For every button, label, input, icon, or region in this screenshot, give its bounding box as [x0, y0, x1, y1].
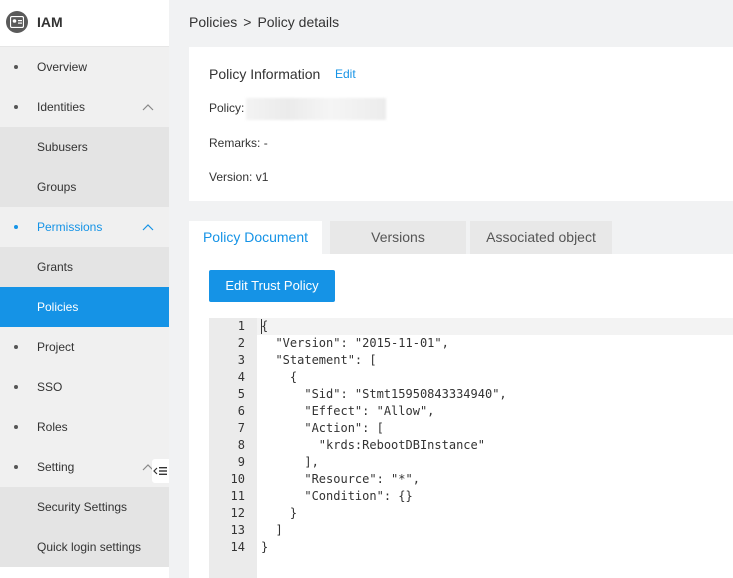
code-line: } [261, 540, 269, 554]
sidebar-item-permissions[interactable]: Permissions [0, 207, 169, 247]
sidebar-item-security-settings[interactable]: Security Settings [0, 487, 169, 527]
policy-info-title: Policy Information [209, 66, 321, 82]
version-row: Version: v1 [209, 170, 268, 184]
line-number: 12 [230, 506, 245, 520]
sidebar-item-label: Security Settings [37, 500, 128, 514]
active-line-highlight [257, 318, 733, 335]
code-line: "Statement": [ [261, 353, 377, 367]
id-card-icon [6, 11, 28, 33]
code-line: "Condition": {} [261, 489, 413, 503]
sidebar-item-label: Overview [37, 60, 88, 74]
bullet-icon [14, 105, 18, 109]
remarks-value: - [263, 136, 268, 150]
code-line: "Resource": "*", [261, 472, 420, 486]
sidebar-item-policies[interactable]: Policies [0, 287, 169, 327]
breadcrumb-parent-link[interactable]: Policies [189, 14, 237, 30]
code-line: "krds:RebootDBInstance" [261, 438, 485, 452]
sidebar-item-label: Project [37, 340, 75, 354]
breadcrumb-current: Policy details [257, 14, 340, 30]
sidebar-item-subusers[interactable]: Subusers [0, 127, 169, 167]
code-line: "Effect": "Allow", [261, 404, 435, 418]
code-line: "Sid": "Stmt15950843334940", [261, 387, 507, 401]
edit-info-link[interactable]: Edit [335, 67, 356, 81]
bullet-icon [14, 65, 18, 69]
bullet-icon [14, 385, 18, 389]
sidebar-item-label: SSO [37, 380, 63, 394]
policy-json-editor[interactable]: 1 2 3 4 5 6 7 8 9 10 11 12 13 14 { "Version": "2015-1… [209, 318, 733, 578]
sidebar-collapse-button[interactable] [152, 459, 169, 483]
line-number: 10 [230, 472, 245, 486]
version-value: v1 [255, 170, 269, 184]
sidebar-item-setting[interactable]: Setting [0, 447, 169, 487]
line-number-gutter: 1 2 3 4 5 6 7 8 9 10 11 12 13 14 [209, 318, 257, 578]
version-label: Version: [209, 170, 253, 184]
policy-label: Policy: [209, 101, 245, 116]
sidebar-item-label: Setting [37, 460, 75, 474]
policy-name-row: Policy: [209, 98, 387, 120]
bullet-icon [14, 425, 18, 429]
sidebar-item-identities[interactable]: Identities [0, 87, 169, 127]
line-number: 13 [230, 523, 245, 537]
remarks-label: Remarks: [209, 136, 261, 150]
line-number: 3 [237, 353, 245, 367]
policy-name-redacted [246, 98, 387, 120]
app-title: IAM [37, 14, 63, 30]
sidebar-item-label: Policies [37, 300, 79, 314]
text-caret [261, 319, 262, 334]
sidebar-item-label: Identities [37, 100, 86, 114]
breadcrumb-separator: > [243, 14, 252, 30]
code-line: { [261, 370, 298, 384]
line-number: 6 [237, 404, 245, 418]
remarks-row: Remarks: - [209, 136, 268, 150]
sidebar-item-quick-login-settings[interactable]: Quick login settings [0, 527, 169, 567]
code-line: { [261, 319, 269, 333]
sidebar-item-groups[interactable]: Groups [0, 167, 169, 207]
bullet-icon [14, 225, 18, 229]
line-number: 7 [237, 421, 245, 435]
tab-policy-document[interactable]: Policy Document [189, 221, 322, 254]
sidebar-item-overview[interactable]: Overview [0, 47, 169, 87]
chevron-up-icon[interactable] [142, 224, 154, 231]
line-number: 14 [230, 540, 245, 554]
policy-info-card: Policy Information Edit Policy: Remarks:… [189, 47, 733, 201]
sidebar-item-label: Subusers [37, 140, 88, 154]
sidebar-header: IAM [0, 0, 169, 47]
sidebar-item-roles[interactable]: Roles [0, 407, 169, 447]
breadcrumb: Policies > Policy details [189, 14, 345, 30]
code-line: ] [261, 523, 283, 537]
sidebar-item-label: Grants [37, 260, 74, 274]
line-number: 11 [230, 489, 245, 503]
code-line: } [261, 506, 298, 520]
sidebar-item-label: Quick login settings [37, 540, 142, 554]
chevron-up-icon[interactable] [142, 104, 154, 111]
sidebar-item-label: Roles [37, 420, 68, 434]
line-number: 5 [237, 387, 245, 401]
bullet-icon [14, 465, 18, 469]
line-number: 4 [237, 370, 245, 384]
sidebar-item-sso[interactable]: SSO [0, 367, 169, 407]
tab-associated-object[interactable]: Associated object [470, 221, 612, 254]
sidebar-item-label: Groups [37, 180, 77, 194]
line-number: 1 [237, 319, 245, 333]
code-line: "Version": "2015-11-01", [261, 336, 449, 350]
line-number: 9 [237, 455, 245, 469]
sidebar: IAM Overview Identities Subusers Groups … [0, 0, 169, 578]
sidebar-item-grants[interactable]: Grants [0, 247, 169, 287]
sidebar-item-project[interactable]: Project [0, 327, 169, 367]
collapse-menu-icon [153, 467, 167, 475]
sidebar-item-label: Permissions [37, 220, 103, 234]
code-line: "Action": [ [261, 421, 384, 435]
bullet-icon [14, 345, 18, 349]
code-line: ], [261, 455, 319, 469]
tab-versions[interactable]: Versions [330, 221, 466, 254]
line-number: 8 [237, 438, 245, 452]
line-number: 2 [237, 336, 245, 350]
edit-trust-policy-button[interactable]: Edit Trust Policy [209, 270, 335, 302]
